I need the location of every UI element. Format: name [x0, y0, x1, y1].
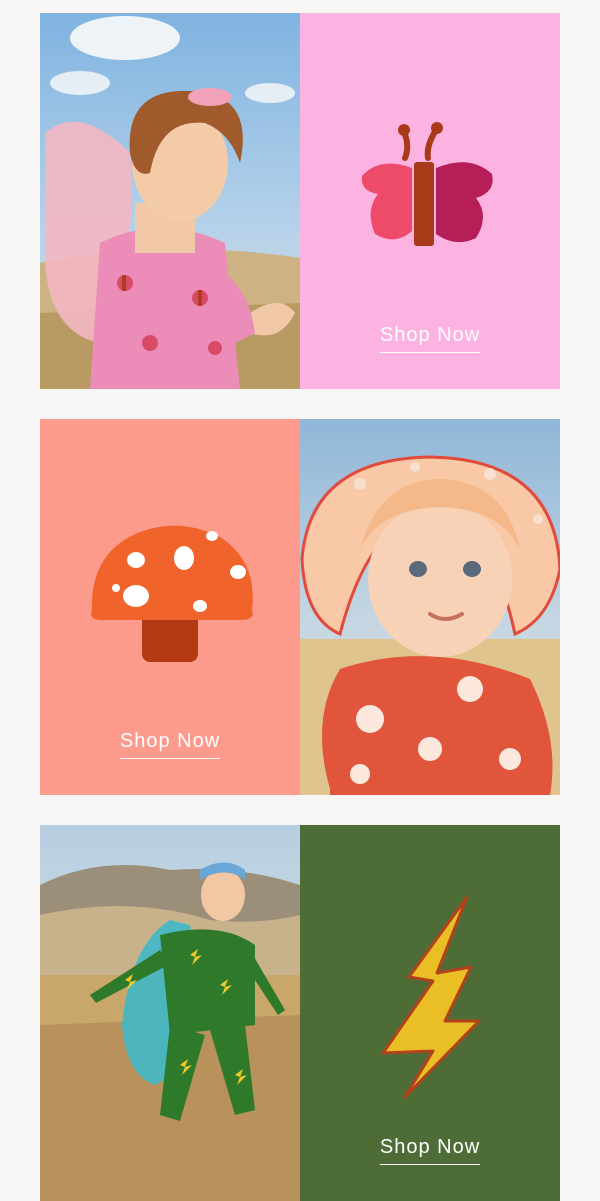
photo-baby-mushroom-hat[interactable] [300, 419, 560, 795]
promo-block-lightning: Shop Now [40, 825, 560, 1201]
shop-now-link-mushroom[interactable]: Shop Now [40, 730, 300, 759]
photo-girl-butterfly-wings[interactable] [40, 13, 300, 389]
lightning-panel[interactable]: Shop Now [300, 825, 560, 1201]
shop-now-link-lightning[interactable]: Shop Now [300, 1136, 560, 1165]
shop-now-link-butterfly[interactable]: Shop Now [300, 324, 560, 353]
butterfly-icon [361, 122, 493, 246]
mushroom-panel[interactable]: Shop Now [40, 419, 300, 795]
promo-block-butterfly: Shop Now [40, 13, 560, 389]
butterfly-panel[interactable]: Shop Now [300, 13, 560, 389]
email-body: Shop Now Shop Now Shop Now [0, 0, 600, 1201]
mushroom-icon [91, 525, 253, 662]
lightning-bolt-icon [381, 895, 481, 1099]
photo-boy-lightning-pajamas[interactable] [40, 825, 300, 1201]
promo-block-mushroom: Shop Now [40, 419, 560, 795]
